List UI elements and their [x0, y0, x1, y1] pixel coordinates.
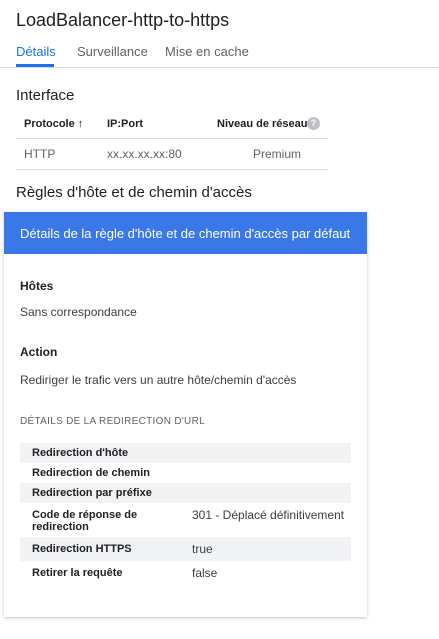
row-value: 301 - Déplacé définitivement [192, 508, 345, 522]
card-header: Détails de la règle d'hôte et de chemin … [4, 212, 367, 254]
table-row: Retirer la requête false [20, 561, 351, 585]
redirect-section-title: DÉTAILS DE LA REDIRECTION D'URL [20, 416, 205, 427]
column-label-protocol: Protocole [24, 118, 75, 130]
cell-ip-port: xx.xx.xx.xx:80 [107, 147, 182, 161]
column-header-protocol[interactable]: Protocole ↑ [24, 118, 83, 130]
tab-bar: Détails Surveillance Mise en cache [0, 40, 439, 68]
action-label: Action [20, 345, 58, 359]
column-header-ip-port: IP:Port [107, 118, 144, 130]
row-key: Redirection de chemin [32, 467, 150, 479]
cell-network-tier: Premium [253, 147, 302, 161]
table-row: Code de réponse de redirection 301 - Dép… [20, 503, 351, 537]
cell-protocol: HTTP [24, 147, 56, 161]
action-value: Rediriger le trafic vers un autre hôte/c… [20, 373, 297, 387]
hosts-value: Sans correspondance [20, 305, 137, 319]
help-icon[interactable]: ? [307, 117, 320, 130]
tab-monitoring[interactable]: Surveillance [77, 44, 148, 59]
table-row: HTTP xx.xx.xx.xx:80 Premium [16, 139, 328, 170]
table-row: Redirection de chemin [20, 463, 351, 483]
redirect-details-table: Redirection d'hôte Redirection de chemin… [20, 443, 351, 585]
row-key: Redirection par préfixe [32, 487, 152, 499]
row-value: false [192, 566, 218, 580]
row-key: Retirer la requête [32, 567, 123, 579]
column-header-network-tier: Niveau de réseau [217, 118, 308, 130]
row-key: Redirection d'hôte [32, 447, 129, 459]
interface-table-header: Protocole ↑ IP:Port Niveau de réseau ? [16, 110, 328, 139]
table-row: Redirection d'hôte [20, 443, 351, 463]
row-value: true [192, 542, 213, 556]
arrow-up-icon: ↑ [77, 118, 84, 130]
tab-details[interactable]: Détails [16, 44, 56, 59]
table-row: Redirection par préfixe [20, 483, 351, 503]
rule-details-card: Détails de la règle d'hôte et de chemin … [4, 212, 367, 617]
table-row: Redirection HTTPS true [20, 537, 351, 561]
hosts-label: Hôtes [20, 279, 54, 293]
interface-table: Protocole ↑ IP:Port Niveau de réseau ? H… [16, 110, 328, 170]
active-tab-indicator [16, 64, 54, 67]
row-key: Code de réponse de redirection [32, 509, 138, 533]
row-key: Redirection HTTPS [32, 543, 132, 555]
rules-heading: Règles d'hôte et de chemin d'accès [16, 184, 252, 201]
tab-caching[interactable]: Mise en cache [165, 44, 249, 59]
card-title: Détails de la règle d'hôte et de chemin … [20, 226, 351, 241]
interface-heading: Interface [16, 87, 75, 104]
page-title: LoadBalancer-http-to-https [16, 10, 230, 30]
